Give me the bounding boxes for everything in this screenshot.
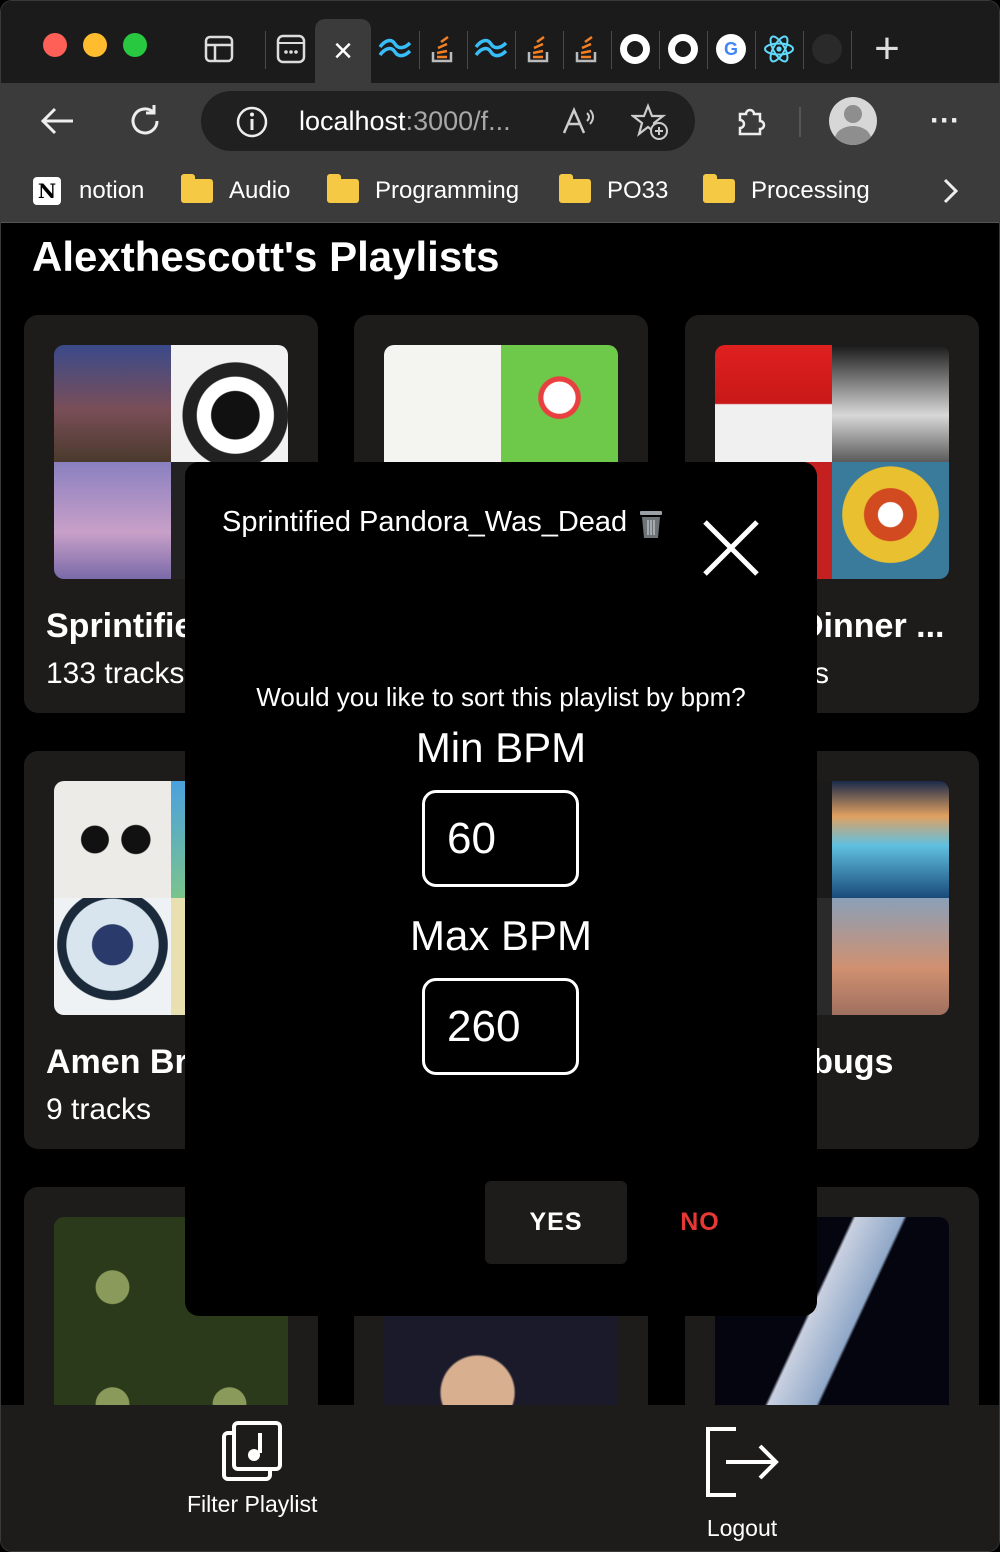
stackoverflow-tab-icon[interactable] [517,23,561,75]
close-icon[interactable] [695,512,767,584]
trash-icon[interactable] [637,508,663,538]
yes-button[interactable]: YES [485,1181,627,1264]
tailwind-tab-icon[interactable] [373,23,417,75]
bookmark-po33[interactable]: PO33 [559,171,668,211]
info-icon[interactable] [235,105,269,144]
browser-window: × G + localhost:3000/f... ··· N notion A… [0,0,1000,1552]
github-tab-icon[interactable] [661,23,705,75]
react-tab-icon[interactable] [757,23,801,75]
bookmarks-bar: N notion Audio Programming PO33 Processi… [1,159,999,223]
max-bpm-label: Max BPM [409,912,593,959]
address-bar[interactable]: localhost:3000/f... [201,91,695,151]
max-bpm-input[interactable] [422,978,579,1075]
close-tab-icon[interactable]: × [333,32,353,71]
sort-bpm-modal: Sprintified Pandora_Was_Dead Would you l… [185,462,817,1316]
folder-icon [181,174,213,203]
playlist-name: Amen Br [46,1043,188,1081]
github-tab-icon[interactable] [613,23,657,75]
folder-icon [559,174,591,203]
url-text: localhost:3000/f... [299,106,511,136]
new-tab-button[interactable]: + [865,23,909,75]
bookmark-notion[interactable]: N notion [33,171,144,211]
filter-playlist-label: Filter Playlist [187,1491,318,1517]
active-tab[interactable]: × [315,19,371,83]
stackoverflow-tab-icon[interactable] [565,23,609,75]
google-tab-icon[interactable]: G [709,23,753,75]
more-menu-icon[interactable]: ··· [921,97,969,145]
sort-prompt: Would you like to sort this playlist by … [256,682,746,712]
logout-icon [706,1427,779,1497]
logout-button[interactable]: Logout [704,1425,780,1542]
stackoverflow-tab-icon[interactable] [421,23,465,75]
bottom-nav-bar: Filter Playlist Logout [1,1405,999,1551]
filter-playlist-button[interactable]: Filter Playlist [187,1419,317,1518]
tailwind-tab-icon[interactable] [469,23,513,75]
notion-icon: N [33,177,61,205]
tab-bar: × G + [1,1,999,83]
maximize-window-button[interactable] [123,33,147,57]
bookmark-audio[interactable]: Audio [181,171,290,211]
spotify-tab-icon[interactable] [805,23,849,75]
no-button[interactable]: NO [647,1181,753,1264]
add-favorite-icon[interactable] [629,103,669,146]
playlist-name: Sprintifie [46,607,194,645]
music-library-icon [222,1421,283,1481]
playlist-track-count: 9 tracks [46,1093,152,1126]
playlist-name: Dinner ... [799,607,945,645]
close-window-button[interactable] [43,33,67,57]
profile-avatar[interactable] [829,97,877,145]
playlist-track-count: 133 tracks [46,657,185,690]
sidebar-toggle-icon[interactable] [197,23,241,75]
refresh-icon[interactable] [121,97,169,145]
read-aloud-icon[interactable] [561,105,597,144]
bookmark-programming[interactable]: Programming [327,171,519,211]
tab-favicon-icon[interactable] [269,23,313,75]
back-arrow-icon[interactable] [33,97,81,145]
folder-icon [327,174,359,203]
bookmark-processing[interactable]: Processing [703,171,870,211]
min-bpm-label: Min BPM [415,724,587,771]
bookmarks-overflow-chevron-icon[interactable] [937,171,963,211]
extensions-puzzle-icon[interactable] [727,97,775,145]
browser-toolbar: localhost:3000/f... ··· [1,83,999,159]
minimize-window-button[interactable] [83,33,107,57]
min-bpm-input[interactable] [422,790,579,887]
logout-label: Logout [706,1515,778,1541]
modal-title: Sprintified Pandora_Was_Dead [222,506,663,539]
folder-icon [703,174,735,203]
page-title: Alexthescott's Playlists [32,233,500,280]
plus-icon: + [874,24,900,73]
